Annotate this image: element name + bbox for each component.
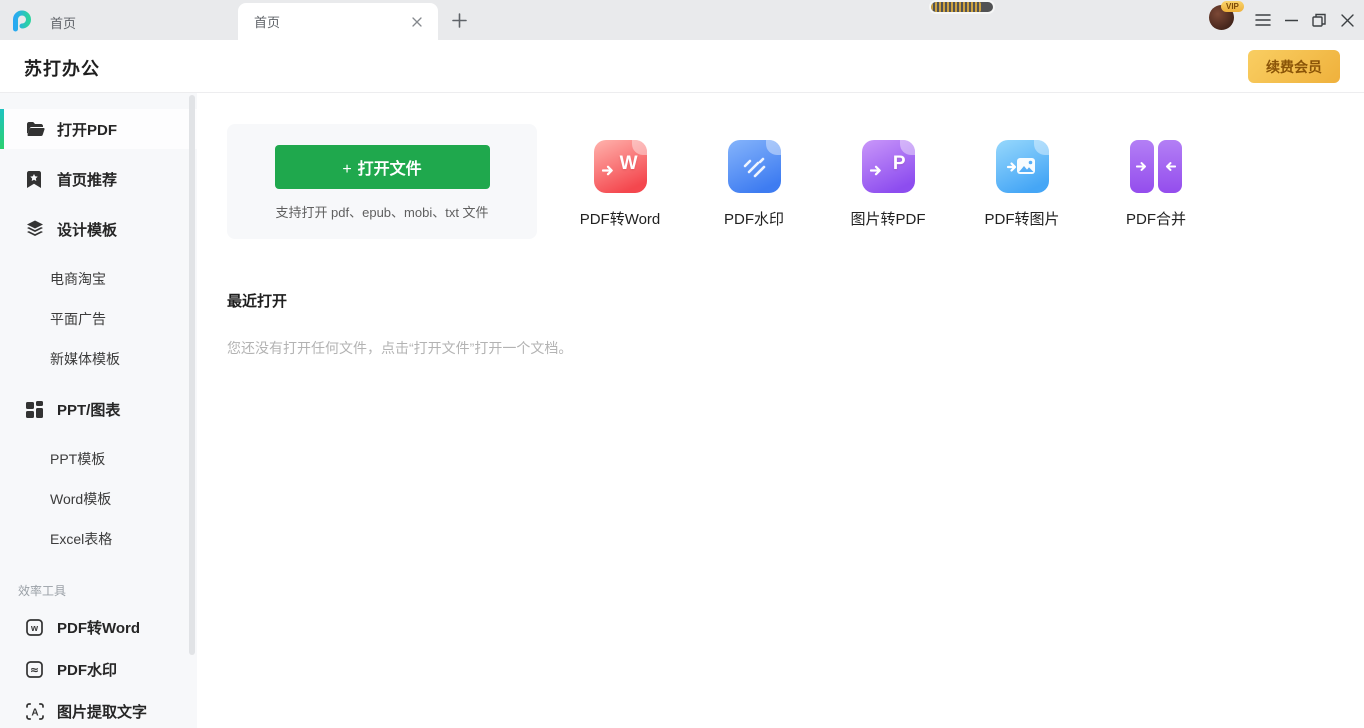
sidebar-item-pdf-to-word[interactable]: w PDF转Word xyxy=(0,607,197,647)
vip-badge: VIP xyxy=(1221,1,1244,12)
sidebar-scrollbar[interactable] xyxy=(189,95,195,655)
svg-text:w: w xyxy=(30,623,39,633)
tool-label: PDF合并 xyxy=(1126,208,1186,229)
close-icon[interactable] xyxy=(1337,10,1357,30)
sidebar-item-ppt-templates[interactable]: PPT模板 xyxy=(0,439,197,479)
letter-glyph: P xyxy=(893,153,906,175)
sidebar-item-pdf-watermark[interactable]: ≈ PDF水印 xyxy=(0,649,197,689)
sidebar-item-label: 电商淘宝 xyxy=(50,269,106,289)
menu-icon[interactable] xyxy=(1253,10,1273,30)
app-logo-icon xyxy=(10,8,34,32)
bookmark-star-icon xyxy=(26,171,46,188)
pdf-watermark-icon xyxy=(728,140,781,193)
sidebar-item-ppt-charts[interactable]: PPT/图表 xyxy=(0,389,197,429)
sidebar-item-word-templates[interactable]: Word模板 xyxy=(0,479,197,519)
sidebar-item-label: 图片提取文字 xyxy=(57,701,147,722)
header: 苏打办公 续费会员 xyxy=(0,40,1364,93)
layers-icon xyxy=(26,220,46,238)
sidebar-item-label: 首页推荐 xyxy=(57,169,117,190)
open-file-button[interactable]: + 打开文件 xyxy=(275,145,490,189)
letter-glyph: W xyxy=(620,153,638,175)
sidebar-item-label: PPT/图表 xyxy=(57,399,120,420)
sidebar-item-label: Word模板 xyxy=(50,489,111,509)
quick-tools-row: W PDF转Word PDF水印 xyxy=(553,124,1223,229)
merge-left-block xyxy=(1130,140,1154,193)
arrow-right-icon xyxy=(870,163,883,181)
recent-files-title: 最近打开 xyxy=(227,290,1364,311)
tool-label: PDF转Word xyxy=(580,208,661,229)
doc-w-icon: w xyxy=(26,619,46,636)
tab-home[interactable]: 首页 xyxy=(238,3,438,40)
tool-label: 图片转PDF xyxy=(850,208,925,229)
sidebar-item-label: 打开PDF xyxy=(57,119,117,140)
renew-membership-button[interactable]: 续费会员 xyxy=(1248,50,1340,83)
active-accent-bar xyxy=(0,109,4,149)
sidebar-item-label: PPT模板 xyxy=(50,449,105,469)
tab-label: 首页 xyxy=(254,12,408,31)
minimize-icon[interactable] xyxy=(1281,10,1301,30)
main-content: +打开文件 支持打开 pdf、epub、mobi、txt 文件 W PDF xyxy=(197,93,1364,728)
app-name: 苏打办公 xyxy=(24,55,100,81)
open-file-button-label: 打开文件 xyxy=(358,161,422,178)
sidebar-item-excel-sheets[interactable]: Excel表格 xyxy=(0,519,197,559)
tool-pdf-merge[interactable]: PDF合并 xyxy=(1089,124,1223,229)
sidebar-item-new-media-templates[interactable]: 新媒体模板 xyxy=(0,339,197,379)
supported-formats-hint: 支持打开 pdf、epub、mobi、txt 文件 xyxy=(227,202,537,221)
open-file-card: + 打开文件 支持打开 pdf、epub、mobi、txt 文件 xyxy=(227,124,537,239)
pdf-to-image-icon xyxy=(996,140,1049,193)
sidebar-section-efficiency-tools: 效率工具 xyxy=(0,577,197,603)
tool-pdf-to-word[interactable]: W PDF转Word xyxy=(553,124,687,229)
sidebar-item-label: 新媒体模板 xyxy=(50,349,120,369)
recent-files-empty-message: 您还没有打开任何文件，点击“打开文件”打开一个文档。 xyxy=(227,338,1364,358)
tool-label: PDF水印 xyxy=(724,208,784,229)
sidebar-item-graphic-ads[interactable]: 平面广告 xyxy=(0,299,197,339)
sidebar-item-ecommerce-taobao[interactable]: 电商淘宝 xyxy=(0,259,197,299)
svg-text:A: A xyxy=(31,707,38,718)
tool-pdf-to-image[interactable]: PDF转图片 xyxy=(955,124,1089,229)
doc-wave-icon: ≈ xyxy=(26,661,46,678)
sidebar-item-label: PDF水印 xyxy=(57,659,117,680)
plus-icon: + xyxy=(342,161,351,178)
usage-progress-indicator xyxy=(931,2,993,12)
sidebar-item-image-text-extract[interactable]: A 图片提取文字 xyxy=(0,691,197,728)
tool-label: PDF转图片 xyxy=(984,208,1059,229)
tool-pdf-watermark[interactable]: PDF水印 xyxy=(687,124,821,229)
sidebar-item-label: 设计模板 xyxy=(57,219,117,240)
sidebar-item-open-pdf[interactable]: 打开PDF xyxy=(0,109,197,149)
new-tab-icon[interactable] xyxy=(449,10,469,30)
svg-text:≈: ≈ xyxy=(30,663,39,676)
image-to-pdf-icon: P xyxy=(862,140,915,193)
usage-progress-fill xyxy=(931,2,981,12)
restore-icon[interactable] xyxy=(1309,10,1329,30)
titlebar: 首页 首页 VIP xyxy=(0,0,1364,40)
sidebar-item-label: PDF转Word xyxy=(57,617,140,638)
pdf-merge-icon xyxy=(1130,140,1183,193)
tab-close-icon[interactable] xyxy=(408,13,426,31)
merge-right-block xyxy=(1158,140,1182,193)
tool-image-to-pdf[interactable]: P 图片转PDF xyxy=(821,124,955,229)
sidebar-item-home-recommend[interactable]: 首页推荐 xyxy=(0,159,197,199)
window-page-label: 首页 xyxy=(50,13,76,32)
brackets-a-icon: A xyxy=(26,703,46,720)
arrow-right-icon xyxy=(602,163,615,181)
pdf-to-word-icon: W xyxy=(594,140,647,193)
sidebar-item-label: Excel表格 xyxy=(50,529,112,549)
sidebar-item-design-templates[interactable]: 设计模板 xyxy=(0,209,197,249)
sidebar-item-label: 平面广告 xyxy=(50,309,106,329)
sidebar: 打开PDF 首页推荐 设计模板 电商淘宝 xyxy=(0,93,197,728)
folder-open-icon xyxy=(26,121,46,137)
grid-icon xyxy=(26,401,46,418)
